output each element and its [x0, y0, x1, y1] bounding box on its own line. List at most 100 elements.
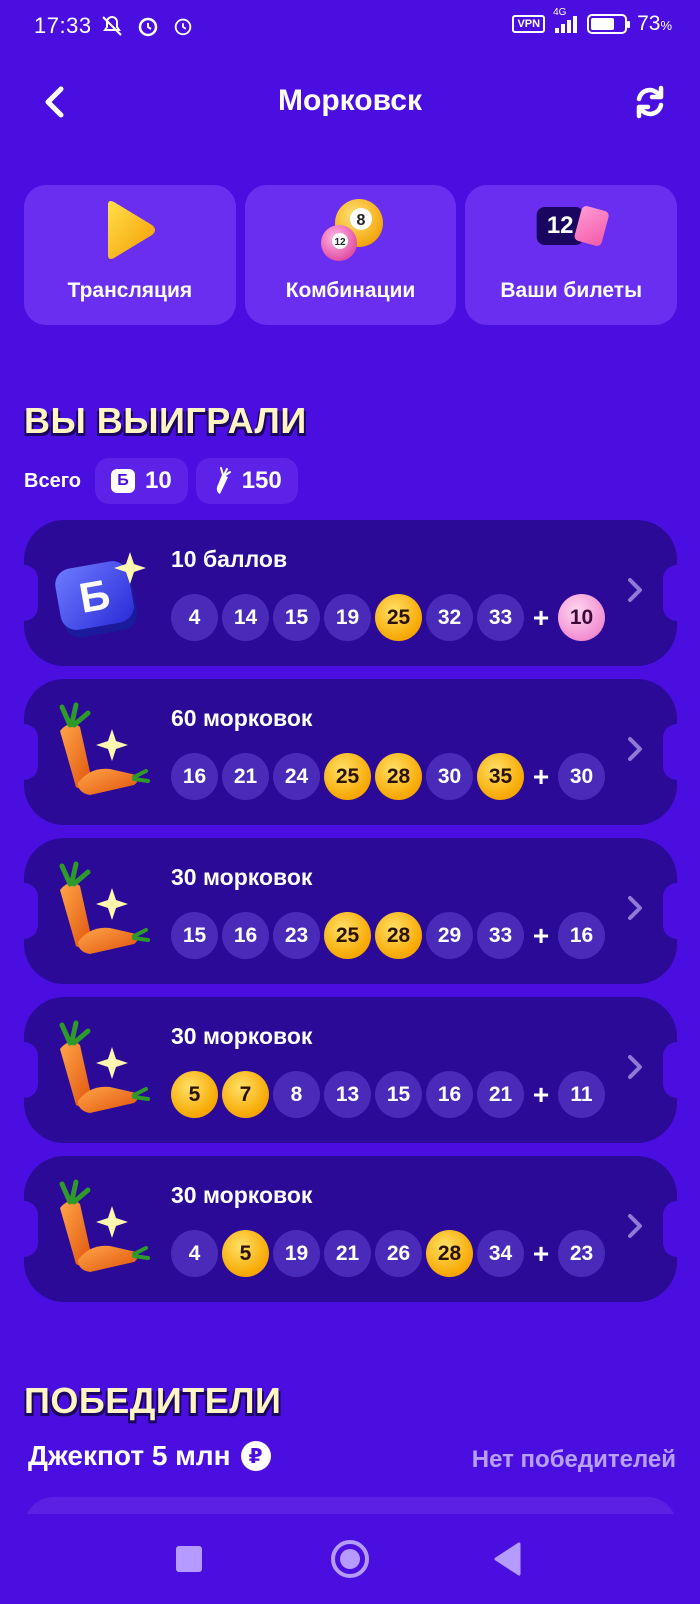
prize-label: 30 морковок: [171, 1023, 313, 1049]
status-left-icons: [100, 12, 194, 38]
number-ball: 30: [426, 753, 473, 800]
matched-number-ball: 28: [375, 753, 422, 800]
carrots-total-pill: 150: [195, 458, 298, 504]
number-ball: 21: [324, 1230, 371, 1277]
play-icon: [100, 197, 160, 268]
winners-heading: ПОБЕДИТЕЛИ: [24, 1380, 282, 1421]
tile-combinations-label: Комбинации: [285, 279, 416, 302]
svg-text:8: 8: [356, 212, 365, 229]
home-button[interactable]: [327, 1536, 373, 1582]
matched-number-ball: 28: [426, 1230, 473, 1277]
chevron-right-icon: [625, 575, 645, 605]
win-card[interactable]: 30 морковок 4 5 19 21 26 28 34 +23: [10, 1156, 691, 1302]
number-ball: 21: [477, 1071, 524, 1118]
plus-sign: +: [532, 919, 550, 951]
number-ball: 15: [375, 1071, 422, 1118]
refresh-icon: [636, 85, 664, 119]
plus-sign: +: [532, 601, 550, 633]
bonus-ball: 16: [558, 912, 605, 959]
alarm-icon: [175, 18, 192, 36]
number-ball: 34: [477, 1230, 524, 1277]
status-right: VPN 4G 73%: [512, 7, 672, 36]
matched-number-ball: 25: [375, 594, 422, 641]
mute-icon: [102, 16, 122, 36]
vpn-badge: VPN: [512, 15, 546, 33]
prize-label: 10 баллов: [171, 546, 288, 572]
number-ball: 33: [477, 594, 524, 641]
number-ball: 4: [171, 594, 218, 641]
number-ball: 4: [171, 1230, 218, 1277]
number-ball: 21: [222, 753, 269, 800]
number-ball: 16: [171, 753, 218, 800]
ticket-notch: [10, 883, 38, 939]
chevron-right-icon: [625, 734, 645, 764]
ticket-notch: [663, 565, 691, 621]
win-card[interactable]: 30 морковок 15 16 23 25 28 29 33 +16: [10, 838, 691, 984]
win-card[interactable]: 60 морковок 16 21 24 25 28 30 35 +30: [10, 679, 691, 825]
number-ball: 19: [324, 594, 371, 641]
number-ball: 8: [273, 1071, 320, 1118]
chevron-right-icon: [625, 1052, 645, 1082]
ticket-notch: [663, 883, 691, 939]
alarm-icon: [138, 17, 158, 37]
system-back-button[interactable]: [484, 1536, 530, 1582]
chevron-right-icon: [625, 1211, 645, 1241]
prize-label: 30 морковок: [171, 864, 313, 890]
number-ball: 23: [273, 912, 320, 959]
signal-icon: 4G: [553, 7, 578, 33]
tile-broadcast-label: Трансляция: [67, 279, 193, 302]
status-bar: 17:33 VPN 4G 73%: [0, 0, 700, 52]
ticket-notch: [10, 1201, 38, 1257]
win-card[interactable]: 30 морковок 5 7 8 13 15 16 21 +11: [10, 997, 691, 1143]
points-b-icon: Б: [50, 542, 150, 642]
ticket-icon: 12: [536, 204, 610, 248]
number-ball: 19: [273, 1230, 320, 1277]
battery-percent: 73%: [637, 12, 672, 35]
tile-your-tickets[interactable]: 12 Ваши билеты: [465, 185, 678, 325]
back-icon: [494, 1542, 521, 1576]
carrots-total: 150: [241, 467, 282, 494]
win-card[interactable]: Б 10 баллов 4 14 15 19 25 32 33 +10: [10, 520, 691, 666]
lottery-balls-icon: 8 12: [315, 197, 387, 268]
number-ball: 16: [426, 1071, 473, 1118]
prize-label: 30 морковок: [171, 1182, 313, 1208]
matched-number-ball: 25: [324, 753, 371, 800]
recent-apps-button[interactable]: [166, 1536, 212, 1582]
tile-broadcast[interactable]: Трансляция: [24, 185, 236, 325]
jackpot-row: Джекпот 5 млн ₽: [28, 1440, 271, 1472]
matched-number-ball: 7: [222, 1071, 269, 1118]
status-time: 17:33: [34, 13, 92, 38]
refresh-button[interactable]: [628, 80, 672, 124]
points-icon: Б: [110, 469, 135, 493]
recent-apps-icon: [176, 1546, 202, 1572]
totals-row: Всего Б 10 150: [24, 458, 298, 504]
plus-sign: +: [532, 1078, 550, 1110]
tile-combinations[interactable]: 8 12 Комбинации: [244, 185, 457, 325]
number-ball: 33: [477, 912, 524, 959]
header: Морковск: [0, 70, 700, 134]
carrot-icon: [50, 1019, 150, 1119]
number-ball: 15: [273, 594, 320, 641]
won-heading: ВЫ ВЫИГРАЛИ: [24, 400, 307, 441]
matched-number-ball: 35: [477, 753, 524, 800]
number-ball: 24: [273, 753, 320, 800]
page-title: Морковск: [278, 84, 422, 117]
matched-number-ball: 25: [324, 912, 371, 959]
plus-sign: +: [532, 760, 550, 792]
ticket-notch: [10, 1042, 38, 1098]
carrot-icon: [50, 860, 150, 960]
points-total: 10: [144, 467, 172, 494]
ticket-numbers: 4 5 19 21 26 28 34 +23: [171, 1230, 605, 1277]
battery-icon: [587, 14, 631, 34]
number-ball: 32: [426, 594, 473, 641]
number-ball: 29: [426, 912, 473, 959]
plus-sign: +: [532, 1237, 550, 1269]
quick-actions: Трансляция 8 12 Комбинации 12 Ваши билет…: [24, 185, 678, 325]
points-total-pill: Б 10: [94, 458, 188, 504]
jackpot-label: Джекпот 5 млн: [28, 1440, 231, 1471]
matched-number-ball: 28: [375, 912, 422, 959]
ticket-notch: [663, 724, 691, 780]
matched-number-ball: 5: [171, 1071, 218, 1118]
prize-label: 60 морковок: [171, 705, 313, 731]
no-winners-text: Нет победителей: [471, 1446, 676, 1473]
